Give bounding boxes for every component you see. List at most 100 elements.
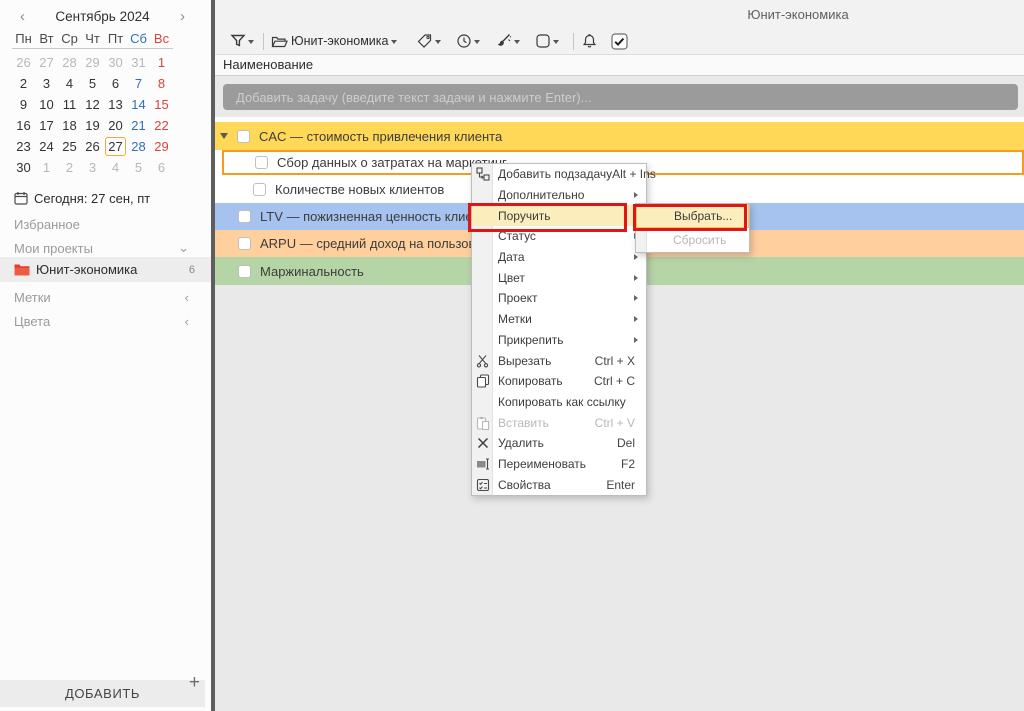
menu-item-label: Дополнительно: [498, 188, 584, 202]
task-checkbox[interactable]: [253, 183, 266, 196]
chevron-left-icon[interactable]: ‹: [185, 314, 189, 329]
calendar-day[interactable]: 19: [81, 115, 104, 136]
calendar-day[interactable]: 14: [127, 94, 150, 115]
project-selector-button[interactable]: Юнит-экономика: [271, 34, 397, 49]
calendar-day[interactable]: 7: [127, 73, 150, 94]
calendar-day[interactable]: 3: [81, 157, 104, 178]
task-row-cac[interactable]: CAC — стоимость привлечения клиента: [215, 122, 1024, 150]
calendar-day[interactable]: 26: [81, 136, 104, 157]
calendar-day[interactable]: 8: [150, 73, 173, 94]
calendar-day[interactable]: 6: [150, 157, 173, 178]
calendar-day[interactable]: 3: [35, 73, 58, 94]
calendar-day[interactable]: 24: [35, 136, 58, 157]
menu-item-more[interactable]: Дополнительно: [472, 185, 646, 206]
sidebar-item-favorites[interactable]: Избранное: [0, 215, 211, 233]
calendar-day[interactable]: 30: [104, 52, 127, 73]
calendar-day[interactable]: 6: [104, 73, 127, 94]
calendar-day[interactable]: 11: [58, 94, 81, 115]
calendar-day[interactable]: 20: [104, 115, 127, 136]
project-selector-label: Юнит-экономика: [291, 34, 388, 48]
color-brush-button[interactable]: [495, 33, 520, 49]
menu-item-assign[interactable]: Поручить: [472, 205, 646, 226]
calendar-day[interactable]: 17: [35, 115, 58, 136]
calendar-day[interactable]: 4: [58, 73, 81, 94]
calendar-day[interactable]: 5: [81, 73, 104, 94]
calendar-day[interactable]: 29: [150, 136, 173, 157]
calendar-day[interactable]: 26: [12, 52, 35, 73]
status-square-button[interactable]: [535, 33, 559, 49]
calendar-day[interactable]: 29: [81, 52, 104, 73]
sidebar-item-today[interactable]: Сегодня: 27 сен, пт: [0, 189, 211, 207]
calendar-day[interactable]: 1: [150, 52, 173, 73]
calendar-day[interactable]: 21: [127, 115, 150, 136]
calendar-day[interactable]: 23: [12, 136, 35, 157]
menu-item-status[interactable]: Статус: [472, 226, 646, 247]
calendar-day[interactable]: 12: [81, 94, 104, 115]
add-project-button[interactable]: ДОБАВИТЬ: [0, 680, 205, 707]
titlebar: Юнит-экономика: [215, 0, 1024, 28]
plus-icon[interactable]: +: [189, 672, 200, 694]
sidebar-item-project-unit-economics[interactable]: Юнит-экономика 6: [0, 257, 211, 282]
chevron-left-icon[interactable]: ‹: [185, 290, 189, 305]
project-count-badge: 6: [189, 264, 195, 276]
calendar-next-icon[interactable]: ›: [180, 9, 185, 24]
menu-item-cut[interactable]: Вырезать Ctrl + X: [472, 350, 646, 371]
calendar-day[interactable]: 18: [58, 115, 81, 136]
bell-icon: [581, 33, 598, 50]
calendar-day[interactable]: 28: [127, 136, 150, 157]
task-checkbox[interactable]: [238, 237, 251, 250]
column-header-name[interactable]: Наименование: [215, 54, 1024, 76]
calendar-day[interactable]: 10: [35, 94, 58, 115]
menu-item-project[interactable]: Проект: [472, 288, 646, 309]
weekday-label: Пн: [12, 31, 35, 46]
menu-item-delete[interactable]: Удалить Del: [472, 433, 646, 454]
notifications-button[interactable]: [581, 33, 598, 50]
calendar-prev-icon[interactable]: ‹: [20, 9, 25, 24]
filter-funnel-icon: [230, 33, 246, 49]
weekday-label: Вт: [35, 31, 58, 46]
menu-item-date[interactable]: Дата: [472, 247, 646, 268]
task-checkbox[interactable]: [237, 130, 250, 143]
completed-filter-checkbox[interactable]: [611, 33, 628, 50]
folder-icon: [14, 263, 30, 276]
calendar-day[interactable]: 5: [127, 157, 150, 178]
tag-button[interactable]: [416, 33, 441, 49]
menu-item-tags[interactable]: Метки: [472, 309, 646, 330]
schedule-button[interactable]: [456, 33, 480, 49]
calendar-day[interactable]: 22: [150, 115, 173, 136]
menu-item-color[interactable]: Цвет: [472, 267, 646, 288]
calendar-day[interactable]: 2: [58, 157, 81, 178]
calendar-day[interactable]: 2: [12, 73, 35, 94]
menu-item-attach[interactable]: Прикрепить: [472, 330, 646, 351]
calendar-day[interactable]: 25: [58, 136, 81, 157]
calendar-day[interactable]: 1: [35, 157, 58, 178]
calendar-day[interactable]: 9: [12, 94, 35, 115]
calendar-day[interactable]: 31: [127, 52, 150, 73]
sidebar-item-my-projects[interactable]: Мои проекты ⌄: [0, 239, 211, 257]
menu-item-copy[interactable]: Копировать Ctrl + C: [472, 371, 646, 392]
chevron-down-icon[interactable]: ⌄: [178, 240, 189, 256]
calendar-day[interactable]: 15: [150, 94, 173, 115]
calendar-day[interactable]: 13: [104, 94, 127, 115]
submenu-item-choose[interactable]: Выбрать...: [636, 204, 749, 228]
menu-item-add-subtask[interactable]: Добавить подзадачу Alt + Ins: [472, 164, 646, 185]
expand-triangle-icon[interactable]: [220, 133, 228, 139]
sidebar-item-colors[interactable]: Цвета ‹: [0, 312, 211, 330]
calendar-day[interactable]: 16: [12, 115, 35, 136]
filter-button[interactable]: [230, 33, 254, 49]
menu-item-copy-as-link[interactable]: Копировать как ссылку: [472, 392, 646, 413]
calendar-day-today[interactable]: 27: [104, 136, 127, 157]
calendar-day[interactable]: 30: [12, 157, 35, 178]
menu-item-rename[interactable]: Переименовать F2: [472, 454, 646, 475]
sidebar: ‹ Сентябрь 2024 › Пн Вт Ср Чт Пт Сб Вс 2…: [0, 0, 211, 711]
sidebar-item-tags[interactable]: Метки ‹: [0, 288, 211, 306]
task-checkbox[interactable]: [255, 156, 268, 169]
task-checkbox[interactable]: [238, 265, 251, 278]
calendar-day[interactable]: 28: [58, 52, 81, 73]
calendar-day[interactable]: 4: [104, 157, 127, 178]
menu-item-properties[interactable]: Свойства Enter: [472, 474, 646, 495]
folder-open-icon: [271, 34, 288, 49]
task-checkbox[interactable]: [238, 210, 251, 223]
calendar-day[interactable]: 27: [35, 52, 58, 73]
add-task-input[interactable]: [223, 84, 1018, 110]
